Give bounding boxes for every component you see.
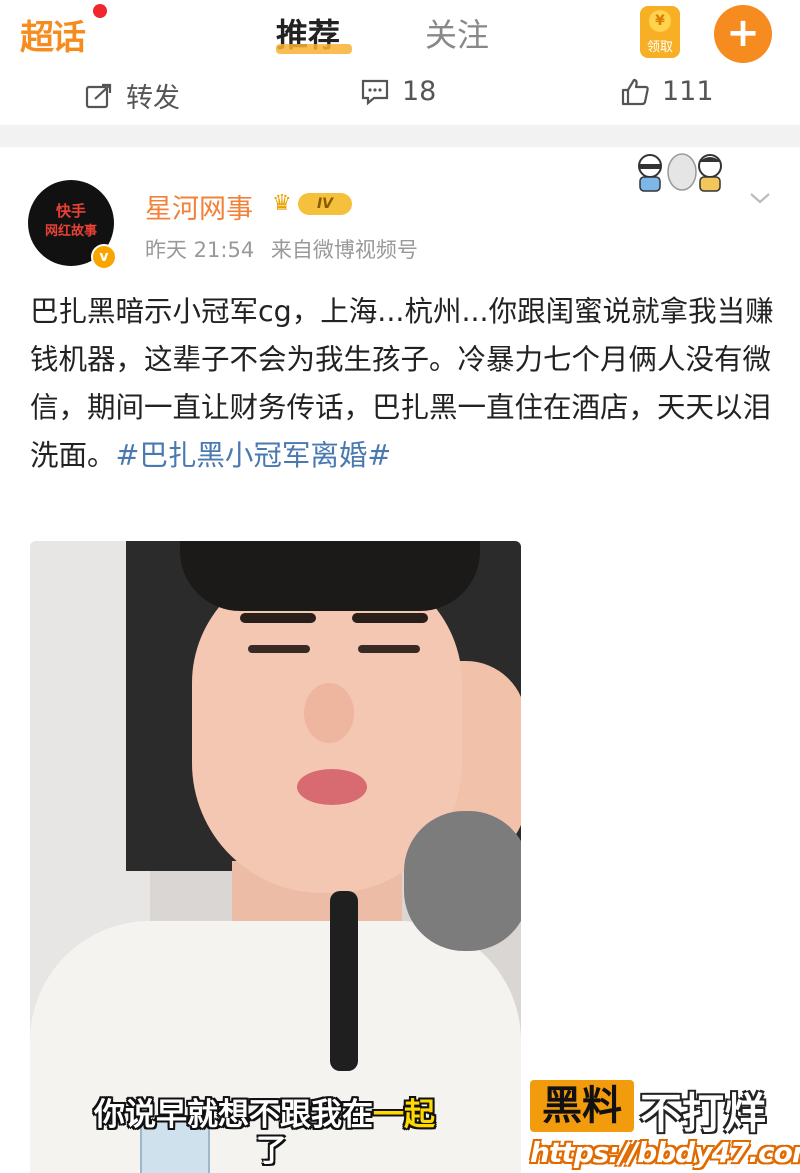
watermark-url: https://bbdy47.com [530, 1136, 800, 1169]
video-eye-right [358, 645, 420, 653]
super-topic-logo[interactable]: 超话 [20, 10, 86, 59]
crown-icon: ♛ [272, 191, 292, 216]
comment-count: 18 [402, 76, 437, 107]
watermark: 黑料 不打烊 https://bbdy47.com [530, 1078, 800, 1173]
avatar-text-bottom: 网红故事 [44, 224, 97, 239]
comment-icon [361, 79, 389, 105]
author-name[interactable]: 星河网事 [145, 187, 253, 226]
member-level-badge[interactable]: ♛ IV [272, 189, 354, 217]
reward-claim-label: 领取 [646, 40, 673, 55]
active-tab-indicator [276, 44, 352, 54]
add-button[interactable]: + [714, 5, 772, 63]
feed-separator [0, 125, 800, 147]
verified-badge-icon: v [91, 244, 117, 270]
post-time: 昨天 21:54 [145, 238, 255, 262]
video-cable [330, 891, 358, 1071]
tab-follow[interactable]: 关注 [425, 10, 489, 56]
repost-button[interactable]: 转发 [84, 76, 180, 115]
repost-label: 转发 [126, 83, 180, 114]
post-source: 来自微博视频号 [270, 238, 418, 262]
video-lips [297, 769, 367, 805]
hashtag-link[interactable]: #巴扎黑小冠军离婚# [116, 439, 392, 472]
video-subtitle-line2: 了 [256, 1133, 287, 1169]
watermark-brand-box: 黑料 [530, 1080, 634, 1132]
coin-icon: ¥ [649, 10, 671, 32]
comment-button[interactable]: 18 [360, 76, 436, 107]
microphone-icon [404, 811, 521, 951]
chevron-down-icon[interactable] [748, 186, 772, 210]
cartoon-sticker-icon [638, 153, 722, 192]
notification-dot [93, 4, 107, 18]
video-subtitle-main: 你说早就想不跟我在 [94, 1097, 373, 1133]
top-nav-bar: 超话 推荐 关注 ¥ 领取 + [0, 0, 800, 70]
level-label: IV [298, 193, 352, 215]
like-button[interactable]: 111 [620, 76, 714, 107]
post-body: 巴扎黑暗示小冠军cg，上海...杭州...你跟闺蜜说就拿我当赚钱机器，这辈子不会… [30, 288, 775, 480]
post-meta: 昨天 21:54 来自微博视频号 [145, 234, 418, 264]
video-nose [304, 683, 354, 743]
video-hair [180, 541, 480, 611]
watermark-brand-text: 不打烊 [640, 1089, 767, 1138]
repost-icon [85, 83, 112, 108]
reward-claim-button[interactable]: ¥ 领取 [640, 6, 680, 58]
previous-post-actions: 转发 18 111 [0, 70, 800, 125]
thumbs-up-icon [621, 78, 649, 105]
avatar-text-top: 快手 [55, 202, 86, 220]
video-brow-left [240, 613, 316, 623]
video-eye-left [248, 645, 310, 653]
video-subtitle-highlight: 一起 [373, 1097, 435, 1133]
video-thumbnail[interactable]: 你说早就想不跟我在一起 了 [30, 541, 521, 1173]
video-brow-right [352, 613, 428, 623]
like-count: 111 [662, 76, 714, 107]
